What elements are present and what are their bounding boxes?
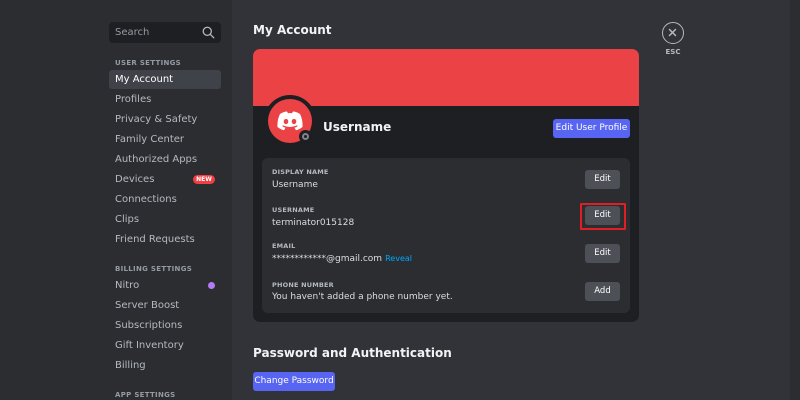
sidebar-item-my-account[interactable]: My Account [109,70,221,89]
nitro-icon [208,282,215,289]
email-text: ************@gmail.com [272,254,383,264]
search-box[interactable] [109,22,221,43]
section-title-billing-settings: BILLING SETTINGS [115,265,193,273]
email-label: EMAIL [272,242,296,250]
display-name-value: Username [272,180,318,190]
section-title-user-settings: USER SETTINGS [115,59,182,67]
sidebar-item-label: Nitro [115,280,140,291]
esc-label: ESC [665,48,681,56]
sidebar-item-label: Devices [115,174,155,185]
new-badge: NEW [193,175,215,184]
display-name-label: DISPLAY NAME [272,168,329,176]
avatar-container [264,95,316,147]
username-value: terminator015128 [272,218,355,228]
reveal-email-link[interactable]: Reveal [385,254,412,263]
sidebar-item-family-center[interactable]: Family Center [109,130,221,149]
account-card: Username Edit User Profile DISPLAY NAME … [253,49,639,322]
edit-user-profile-button[interactable]: Edit User Profile [553,119,630,138]
account-fields: DISPLAY NAME Username Edit USERNAME term… [262,158,630,313]
status-icon [299,130,312,143]
search-icon [202,26,215,39]
sidebar-item-friend-requests[interactable]: Friend Requests [109,230,221,249]
change-password-button[interactable]: Change Password [253,372,335,391]
close-button[interactable] [662,22,684,44]
sidebar-item-profiles[interactable]: Profiles [109,90,221,109]
profile-username: Username [323,120,392,134]
phone-number-label: PHONE NUMBER [272,281,334,289]
edit-email-button[interactable]: Edit [585,244,620,263]
sidebar-item-devices[interactable]: Devices NEW [109,170,221,189]
sidebar-item-gift-inventory[interactable]: Gift Inventory [109,336,221,355]
sidebar-item-billing[interactable]: Billing [109,356,221,375]
password-auth-heading: Password and Authentication [253,346,452,360]
page-title: My Account [253,23,332,37]
sidebar-item-connections[interactable]: Connections [109,190,221,209]
add-phone-number-button[interactable]: Add [585,282,620,301]
sidebar-item-privacy-safety[interactable]: Privacy & Safety [109,110,221,129]
section-title-app-settings: APP SETTINGS [115,391,176,399]
email-value: ************@gmail.com Reveal [272,254,412,264]
sidebar-item-authorized-apps[interactable]: Authorized Apps [109,150,221,169]
scrollbar[interactable] [790,0,800,400]
sidebar-item-server-boost[interactable]: Server Boost [109,296,221,315]
phone-number-value: You haven't added a phone number yet. [272,292,453,302]
highlight-box [580,203,626,230]
close-icon [668,28,677,37]
profile-banner [253,49,639,106]
sidebar-item-nitro[interactable]: Nitro [109,276,221,295]
search-input[interactable] [109,22,201,43]
sidebar-item-clips[interactable]: Clips [109,210,221,229]
settings-sidebar: USER SETTINGS My Account Profiles Privac… [0,0,232,400]
edit-display-name-button[interactable]: Edit [585,170,620,189]
sidebar-item-subscriptions[interactable]: Subscriptions [109,316,221,335]
username-label: USERNAME [272,206,315,214]
